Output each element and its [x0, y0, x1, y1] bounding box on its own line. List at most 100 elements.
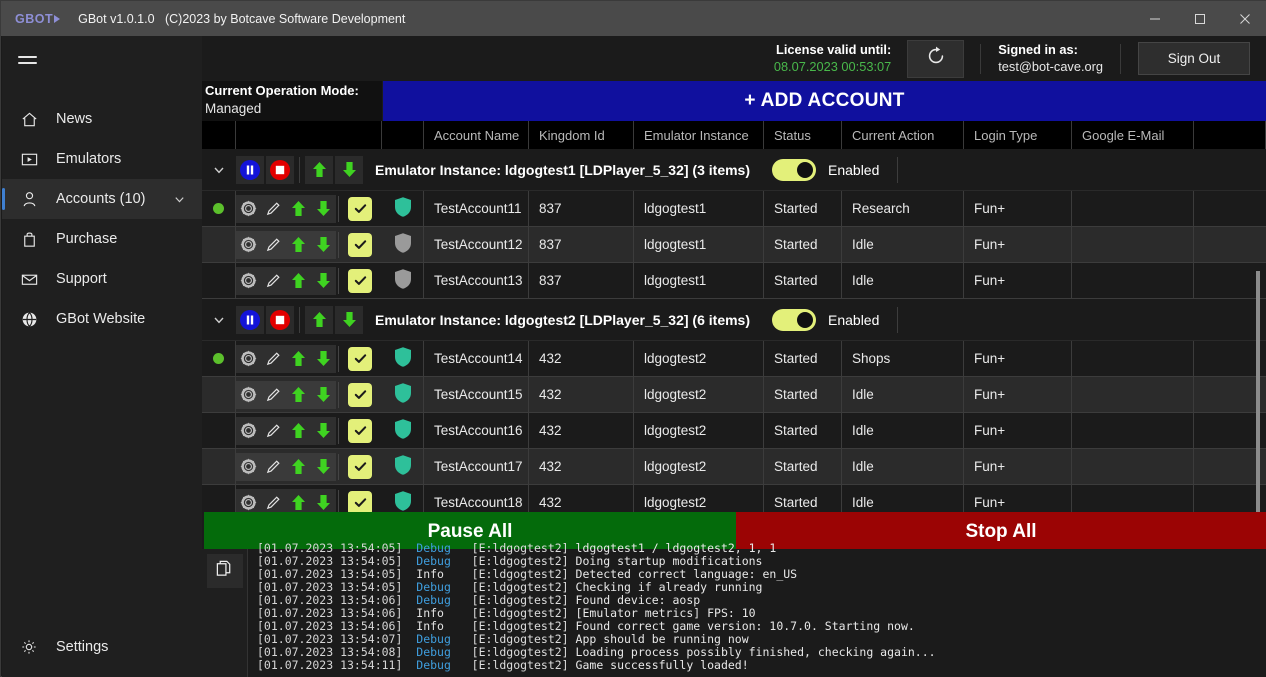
running-dot-icon — [213, 203, 224, 214]
row-edit-button[interactable] — [261, 195, 286, 223]
table-scrollbar[interactable] — [1256, 271, 1260, 512]
menu-toggle-button[interactable] — [2, 36, 202, 84]
row-enabled-checkbox[interactable] — [348, 197, 372, 221]
row-settings-button[interactable] — [236, 381, 261, 409]
row-edit-button[interactable] — [261, 489, 286, 513]
row-move-down-button[interactable] — [311, 381, 336, 409]
emulator-group-header[interactable]: Emulator Instance: ldgogtest1 [LDPlayer_… — [202, 149, 1266, 191]
row-action-buttons — [236, 191, 382, 227]
column-header-google-email[interactable]: Google E-Mail — [1072, 121, 1194, 149]
group-enable-toggle[interactable] — [772, 309, 816, 331]
row-move-down-button[interactable] — [311, 267, 336, 295]
chevron-down-icon[interactable] — [202, 163, 236, 177]
column-header-login-type[interactable]: Login Type — [964, 121, 1072, 149]
copy-log-button[interactable] — [207, 554, 243, 588]
signed-in-email: test@bot-cave.org — [998, 59, 1103, 75]
group-move-up-button[interactable] — [305, 156, 333, 184]
table-row[interactable]: TestAccount15432ldgogtest2StartedIdleFun… — [202, 377, 1266, 413]
add-account-button[interactable]: + ADD ACCOUNT — [383, 81, 1266, 121]
sidebar-item-support[interactable]: Support — [2, 259, 202, 299]
row-enabled-checkbox[interactable] — [348, 491, 372, 513]
row-enabled-checkbox[interactable] — [348, 269, 372, 293]
table-row[interactable]: TestAccount17432ldgogtest2StartedIdleFun… — [202, 449, 1266, 485]
table-row[interactable]: TestAccount18432ldgogtest2StartedIdleFun… — [202, 485, 1266, 512]
column-header-account-name[interactable]: Account Name — [424, 121, 529, 149]
row-move-down-button[interactable] — [311, 489, 336, 513]
cell-status: Started — [764, 263, 842, 299]
row-move-up-button[interactable] — [286, 489, 311, 513]
row-action-buttons — [236, 449, 382, 485]
row-settings-button[interactable] — [236, 195, 261, 223]
cell-status: Started — [764, 485, 842, 512]
row-status-indicator — [202, 377, 236, 413]
row-status-indicator — [202, 449, 236, 485]
sidebar-item-gbot-website[interactable]: GBot Website — [2, 299, 202, 339]
row-edit-button[interactable] — [261, 381, 286, 409]
group-pause-button[interactable] — [236, 156, 264, 184]
chevron-down-icon[interactable] — [202, 313, 236, 327]
row-settings-button[interactable] — [236, 231, 261, 259]
row-move-up-button[interactable] — [286, 231, 311, 259]
column-header-emulator-instance[interactable]: Emulator Instance — [634, 121, 764, 149]
table-row[interactable]: TestAccount13837ldgogtest1StartedIdleFun… — [202, 263, 1266, 299]
column-header-current-action[interactable]: Current Action — [842, 121, 964, 149]
row-settings-button[interactable] — [236, 453, 261, 481]
minimize-icon[interactable] — [1132, 1, 1177, 36]
copy-icon — [215, 559, 234, 583]
sign-out-button[interactable]: Sign Out — [1138, 42, 1250, 75]
row-move-up-button[interactable] — [286, 195, 311, 223]
row-move-up-button[interactable] — [286, 267, 311, 295]
row-enabled-checkbox[interactable] — [348, 419, 372, 443]
log-timestamp: [01.07.2023 13:54:08] — [257, 645, 402, 659]
row-edit-button[interactable] — [261, 231, 286, 259]
row-move-up-button[interactable] — [286, 417, 311, 445]
column-header-kingdom-id[interactable]: Kingdom Id — [529, 121, 634, 149]
sidebar-item-purchase[interactable]: Purchase — [2, 219, 202, 259]
table-row[interactable]: TestAccount12837ldgogtest1StartedIdleFun… — [202, 227, 1266, 263]
table-row[interactable]: TestAccount16432ldgogtest2StartedIdleFun… — [202, 413, 1266, 449]
row-move-up-button[interactable] — [286, 453, 311, 481]
cell-extra — [1194, 191, 1266, 227]
shield-icon — [393, 454, 413, 479]
sidebar-item-news[interactable]: News — [2, 99, 202, 139]
row-settings-button[interactable] — [236, 417, 261, 445]
column-header-status[interactable]: Status — [764, 121, 842, 149]
group-stop-button[interactable] — [266, 306, 294, 334]
table-row[interactable]: TestAccount14432ldgogtest2StartedShopsFu… — [202, 341, 1266, 377]
row-edit-button[interactable] — [261, 417, 286, 445]
row-edit-button[interactable] — [261, 453, 286, 481]
row-move-down-button[interactable] — [311, 231, 336, 259]
group-stop-button[interactable] — [266, 156, 294, 184]
close-icon[interactable] — [1222, 1, 1266, 36]
row-move-down-button[interactable] — [311, 345, 336, 373]
row-settings-button[interactable] — [236, 267, 261, 295]
row-enabled-checkbox[interactable] — [348, 233, 372, 257]
sidebar-item-emulators[interactable]: Emulators — [2, 139, 202, 179]
group-move-down-button[interactable] — [335, 156, 363, 184]
chevron-down-icon[interactable] — [173, 193, 186, 206]
emulator-group-header[interactable]: Emulator Instance: ldgogtest2 [LDPlayer_… — [202, 299, 1266, 341]
row-enabled-checkbox[interactable] — [348, 383, 372, 407]
group-move-down-button[interactable] — [335, 306, 363, 334]
refresh-button[interactable] — [907, 40, 964, 78]
row-move-down-button[interactable] — [311, 417, 336, 445]
log-output[interactable]: [01.07.2023 13:54:05] Debug [E:ldgogtest… — [248, 542, 1266, 677]
row-enabled-checkbox[interactable] — [348, 455, 372, 479]
row-enabled-checkbox[interactable] — [348, 347, 372, 371]
table-row[interactable]: TestAccount11837ldgogtest1StartedResearc… — [202, 191, 1266, 227]
sidebar-item-accounts[interactable]: Accounts (10) — [2, 179, 202, 219]
group-pause-button[interactable] — [236, 306, 264, 334]
maximize-icon[interactable] — [1177, 1, 1222, 36]
row-edit-button[interactable] — [261, 267, 286, 295]
row-move-down-button[interactable] — [311, 195, 336, 223]
group-enable-toggle[interactable] — [772, 159, 816, 181]
row-move-up-button[interactable] — [286, 381, 311, 409]
row-edit-button[interactable] — [261, 345, 286, 373]
row-move-down-button[interactable] — [311, 453, 336, 481]
row-settings-button[interactable] — [236, 345, 261, 373]
row-settings-button[interactable] — [236, 489, 261, 513]
sidebar-item-settings[interactable]: Settings — [2, 627, 202, 667]
group-move-up-button[interactable] — [305, 306, 333, 334]
column-header — [202, 121, 236, 149]
row-move-up-button[interactable] — [286, 345, 311, 373]
